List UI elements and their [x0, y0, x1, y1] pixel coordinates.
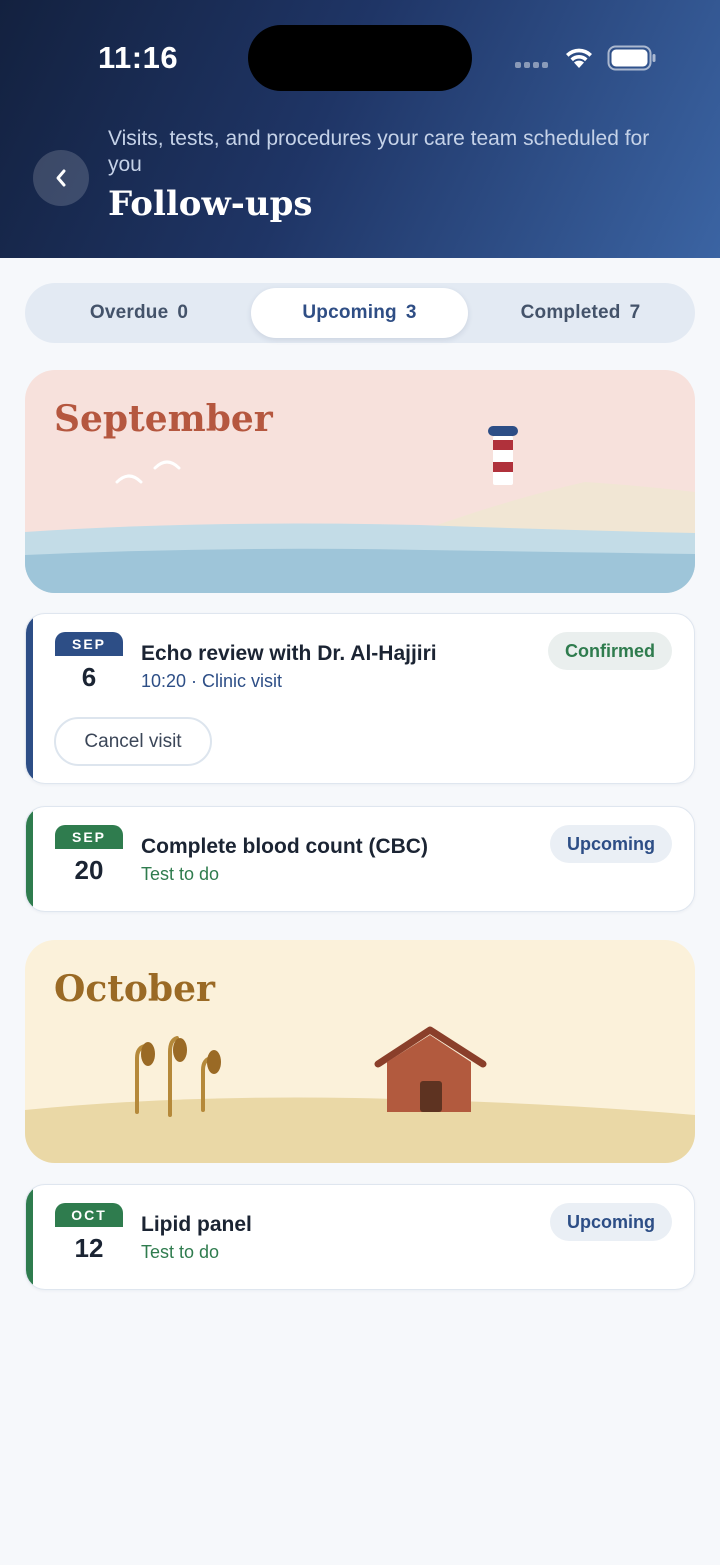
- date-month: OCT: [55, 1203, 123, 1227]
- tab-upcoming[interactable]: Upcoming 3: [251, 288, 468, 338]
- status-badge: Confirmed: [548, 632, 672, 670]
- wifi-icon: [566, 48, 592, 68]
- tab-count: 0: [177, 302, 189, 323]
- card-accent-bar: [26, 1185, 33, 1289]
- tab-label: Completed: [520, 302, 621, 323]
- cancel-visit-button[interactable]: Cancel visit: [54, 717, 212, 766]
- tab-bar: Overdue 0 Upcoming 3 Completed 7: [25, 283, 695, 343]
- card-subtitle: Test to do: [141, 1242, 220, 1262]
- month-title: October: [54, 968, 215, 1010]
- date-month: SEP: [55, 825, 123, 849]
- dynamic-island: [248, 25, 472, 91]
- month-banner-september: September: [25, 370, 695, 593]
- date-day: 20: [74, 855, 104, 885]
- card-title: Lipid panel: [141, 1213, 252, 1236]
- date-badge: SEP 6: [55, 632, 123, 693]
- status-badge: Upcoming: [550, 825, 672, 863]
- tab-label: Upcoming: [302, 302, 397, 323]
- card-title: Complete blood count (CBC): [141, 835, 428, 858]
- card-subtitle: Test to do: [141, 864, 220, 884]
- card-title: Echo review with Dr. Al-Hajjiri: [141, 642, 437, 665]
- tab-overdue[interactable]: Overdue 0: [30, 288, 248, 338]
- status-badge: Upcoming: [550, 1203, 672, 1241]
- date-badge: OCT 12: [55, 1203, 123, 1264]
- page-title: Follow-ups: [108, 184, 313, 224]
- date-day: 6: [81, 662, 97, 692]
- chevron-left-icon: [56, 169, 66, 187]
- month-banner-october: October: [25, 940, 695, 1163]
- followup-card[interactable]: SEP 6 Echo review with Dr. Al-Hajjiri 10…: [25, 613, 695, 784]
- card-subtitle: 10:20 · Clinic visit: [141, 671, 283, 691]
- followup-card[interactable]: SEP 20 Complete blood count (CBC) Test t…: [25, 806, 695, 912]
- cellular-signal-icon: [515, 62, 548, 68]
- card-accent-bar: [26, 807, 33, 911]
- tab-count: 3: [405, 302, 417, 323]
- tab-label: Overdue: [89, 302, 169, 323]
- followup-card[interactable]: OCT 12 Lipid panel Test to do Upcoming: [25, 1184, 695, 1290]
- tab-count: 7: [629, 302, 641, 323]
- tab-completed[interactable]: Completed 7: [471, 288, 690, 338]
- battery-icon: [607, 45, 656, 71]
- month-title: September: [54, 398, 273, 440]
- date-month: SEP: [55, 632, 123, 656]
- date-day: 12: [74, 1233, 104, 1263]
- back-button[interactable]: [33, 150, 89, 206]
- status-time: 11:16: [98, 40, 179, 75]
- date-badge: SEP 20: [55, 825, 123, 886]
- card-accent-bar: [26, 614, 33, 783]
- page-subtitle: Visits, tests, and procedures your care …: [108, 127, 650, 176]
- header: 11:16 Visits, tests, and procedures your…: [0, 0, 720, 258]
